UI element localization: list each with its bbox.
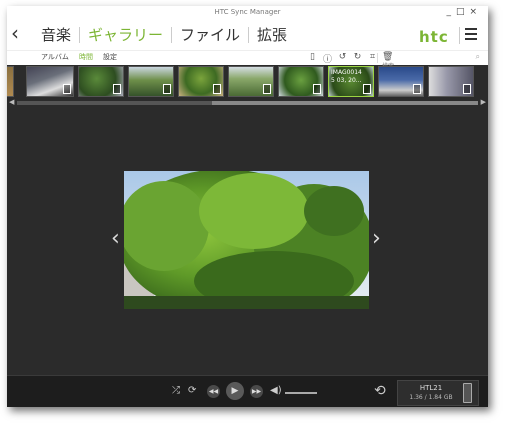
thumbnail[interactable] bbox=[128, 66, 174, 97]
select-badge[interactable] bbox=[263, 84, 271, 94]
tab-music[interactable]: 音楽 bbox=[33, 26, 79, 44]
title-bar: HTC Sync Manager _□× bbox=[7, 6, 488, 20]
subtab-time[interactable]: 時間 bbox=[79, 52, 93, 62]
rotate-left-icon[interactable]: ↺ bbox=[337, 52, 348, 65]
tree-photo bbox=[124, 171, 369, 309]
next-photo-button[interactable]: › bbox=[372, 228, 381, 250]
search-box: ⌕ bbox=[377, 52, 482, 72]
photo-viewer bbox=[124, 171, 369, 309]
tab-extensions[interactable]: 拡張 bbox=[249, 26, 295, 44]
menu-icon[interactable] bbox=[465, 28, 477, 43]
play-button[interactable]: ▶ bbox=[226, 382, 244, 400]
scroll-left-icon[interactable]: ◀ bbox=[9, 98, 14, 106]
rotate-right-icon[interactable]: ↻ bbox=[352, 52, 363, 65]
filmstrip-scrollbar[interactable]: ◀ ▶ bbox=[7, 98, 488, 106]
filmstrip: IMAG0014 5 03, 20... bbox=[7, 66, 488, 98]
search-icon[interactable]: ⌕ bbox=[476, 52, 480, 62]
select-badge[interactable] bbox=[413, 84, 421, 94]
previous-track-button[interactable]: ◀◀ bbox=[207, 385, 220, 398]
next-track-button[interactable]: ▶▶ bbox=[250, 385, 263, 398]
select-badge[interactable] bbox=[163, 84, 171, 94]
sub-nav: アルバム 時間 設定 ▯ ⓘ ↺ ↻ ⌗ 🗑 ⌕ bbox=[7, 50, 488, 72]
thumbnail[interactable] bbox=[178, 66, 224, 97]
select-badge[interactable] bbox=[463, 84, 471, 94]
select-badge[interactable] bbox=[63, 84, 71, 94]
thumbnail[interactable] bbox=[78, 66, 124, 97]
device-storage: 1.36 / 1.84 GB bbox=[409, 394, 453, 401]
shuffle-icon[interactable]: ⤮ bbox=[172, 385, 180, 396]
select-badge[interactable] bbox=[363, 84, 371, 94]
htc-logo: htc bbox=[419, 28, 449, 46]
previous-photo-button[interactable]: ‹ bbox=[111, 228, 120, 250]
thumbnail-selected[interactable]: IMAG0014 5 03, 20... bbox=[328, 66, 374, 97]
thumbnail[interactable] bbox=[378, 66, 424, 97]
subtab-settings[interactable]: 設定 bbox=[103, 52, 117, 62]
subtab-album[interactable]: アルバム bbox=[41, 52, 69, 62]
thumbnail[interactable] bbox=[428, 66, 474, 97]
divider bbox=[459, 27, 460, 44]
thumbnail[interactable] bbox=[26, 66, 74, 97]
select-badge[interactable] bbox=[113, 84, 121, 94]
scroll-right-icon[interactable]: ▶ bbox=[481, 98, 486, 106]
select-badge[interactable] bbox=[313, 84, 321, 94]
thumbnail[interactable] bbox=[228, 66, 274, 97]
app-window: HTC Sync Manager _□× ‹ 音楽 ギャラリー ファイル 拡張 … bbox=[7, 6, 488, 407]
volume-slider[interactable] bbox=[285, 392, 317, 394]
thumbnail-caption: IMAG0014 5 03, 20... bbox=[331, 69, 362, 84]
window-title: HTC Sync Manager bbox=[214, 8, 281, 16]
select-badge[interactable] bbox=[213, 84, 221, 94]
main-nav: ‹ 音楽 ギャラリー ファイル 拡張 htc bbox=[7, 20, 488, 50]
window-controls[interactable]: _□× bbox=[446, 7, 482, 17]
back-button[interactable]: ‹ bbox=[11, 22, 19, 44]
copy-icon[interactable]: ▯ bbox=[307, 52, 318, 65]
tab-gallery[interactable]: ギャラリー bbox=[80, 26, 171, 44]
repeat-icon[interactable]: ⟳ bbox=[188, 385, 196, 396]
thumbnail[interactable] bbox=[7, 66, 14, 97]
info-icon[interactable]: ⓘ bbox=[322, 52, 333, 65]
device-panel[interactable]: HTL21 1.36 / 1.84 GB bbox=[397, 380, 479, 406]
scrollbar-thumb[interactable] bbox=[212, 101, 478, 105]
sync-icon[interactable]: ⟲ bbox=[374, 383, 386, 399]
player-bar: ⤮ ⟳ ◀◀ ▶ ▶▶ ◀) ⟲ HTL21 1.36 / 1.84 GB bbox=[7, 375, 488, 407]
volume-icon[interactable]: ◀) bbox=[270, 385, 282, 396]
phone-icon bbox=[463, 383, 472, 403]
thumbnail[interactable] bbox=[278, 66, 324, 97]
device-name: HTL21 bbox=[419, 384, 443, 392]
tab-files[interactable]: ファイル bbox=[172, 26, 248, 44]
